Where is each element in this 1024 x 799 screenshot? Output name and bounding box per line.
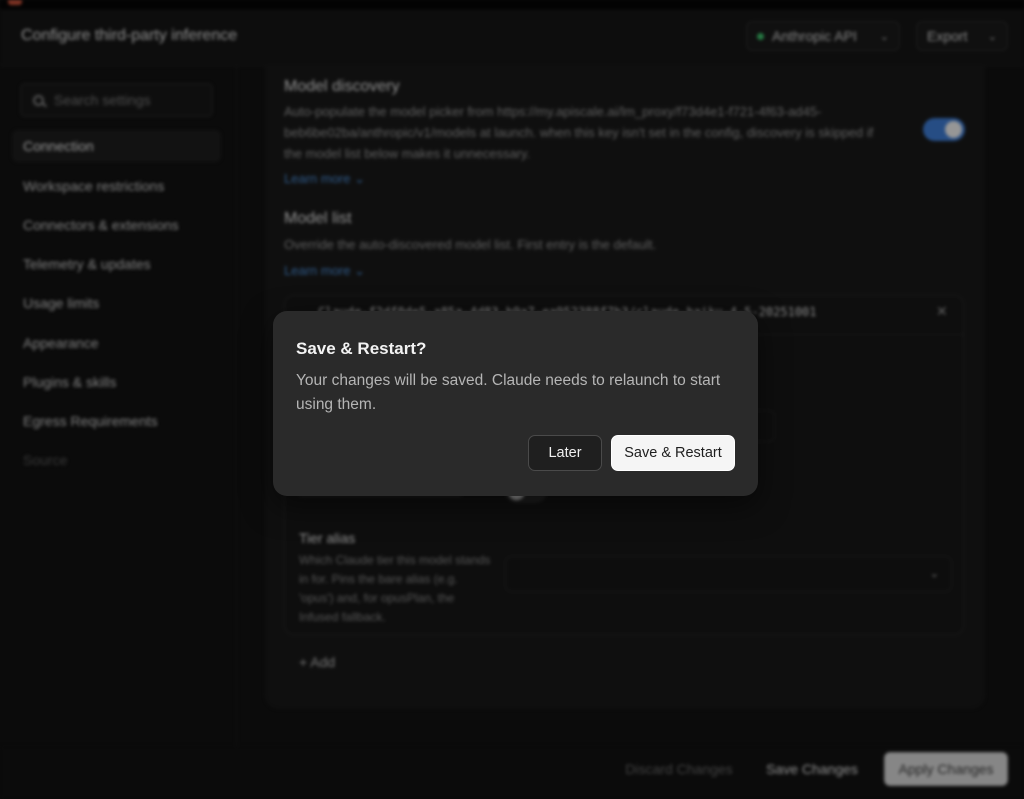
dialog-title: Save & Restart? [296,339,427,358]
dialog-body: Your changes will be saved. Claude needs… [296,372,721,413]
app-window: Configure third-party inference Anthropi… [0,0,1024,799]
later-button[interactable]: Later [528,435,602,471]
save-restart-dialog: Save & Restart? Your changes will be sav… [273,311,758,496]
save-restart-button[interactable]: Save & Restart [611,435,735,471]
